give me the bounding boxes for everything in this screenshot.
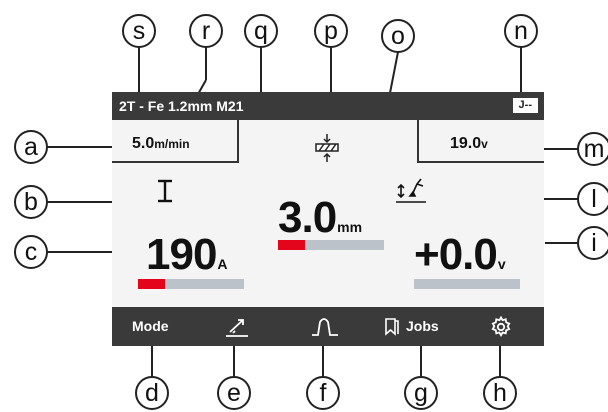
callout-l: l: [591, 185, 597, 213]
callout-q: q: [254, 17, 268, 45]
mode-button[interactable]: Mode: [132, 307, 169, 346]
callout-e: e: [227, 379, 241, 407]
voltage-correction-value: +0.0: [414, 230, 498, 279]
callout-a: a: [24, 133, 38, 161]
arc-length-icon: [396, 178, 426, 203]
voltage-correction-level-bar: [414, 279, 520, 289]
callout-c: c: [25, 238, 38, 266]
pulse-waveform-icon: [312, 318, 338, 336]
voltage-set-readout: 19.0v: [450, 135, 488, 153]
welder-display: 2T - Fe 1.2mm M21 J-- 5.0m/min 19.0v 3.0…: [112, 92, 544, 346]
callout-h: h: [493, 379, 507, 407]
callout-o: o: [391, 22, 405, 50]
program-label: 2T - Fe 1.2mm M21: [119, 98, 244, 114]
job-indicator: J--: [512, 98, 538, 113]
callout-m: m: [584, 135, 605, 163]
callout-b: b: [24, 188, 38, 216]
callout-p: p: [324, 17, 338, 45]
wire-speed-readout: 5.0m/min: [132, 135, 190, 153]
callout-f: f: [320, 379, 327, 407]
current-unit: A: [217, 256, 228, 272]
arc-dynamics-button[interactable]: [224, 307, 250, 346]
status-bar: 2T - Fe 1.2mm M21 J--: [112, 92, 544, 120]
callout-r: r: [202, 17, 210, 45]
pulse-waveform-button[interactable]: [310, 307, 340, 346]
callout-s: s: [133, 17, 146, 45]
callout-g: g: [414, 379, 428, 407]
voltage-set-box[interactable]: 19.0v: [417, 120, 544, 163]
material-thickness-icon: [315, 134, 339, 162]
thickness-unit: mm: [337, 219, 363, 235]
callout-n: n: [514, 17, 528, 45]
wire-speed-value: 5.0: [132, 135, 155, 152]
bookmark-icon: [385, 318, 399, 336]
thickness-value: 3.0: [278, 193, 337, 242]
current-level-fill: [138, 279, 165, 289]
jobs-label: Jobs: [406, 318, 439, 334]
wire-speed-box[interactable]: 5.0m/min: [112, 120, 239, 163]
callout-d: d: [145, 379, 159, 407]
thickness-level-fill: [278, 240, 305, 250]
current-value: 190: [146, 230, 217, 279]
mode-label: Mode: [132, 318, 169, 334]
bottom-nav-bar: Mode Jobs: [112, 307, 544, 346]
callout-i: i: [591, 229, 597, 257]
current-level-bar: [138, 279, 244, 289]
welding-current-icon: [158, 179, 172, 203]
voltage-correction-unit: v: [497, 256, 506, 272]
gear-icon: [491, 315, 511, 337]
voltage-set-unit: v: [481, 137, 488, 151]
torch-angle-icon: [226, 319, 248, 337]
settings-button[interactable]: [489, 307, 513, 346]
thickness-level-bar: [278, 240, 384, 250]
wire-speed-unit: m/min: [154, 137, 190, 151]
voltage-set-value: 19.0: [450, 135, 482, 152]
